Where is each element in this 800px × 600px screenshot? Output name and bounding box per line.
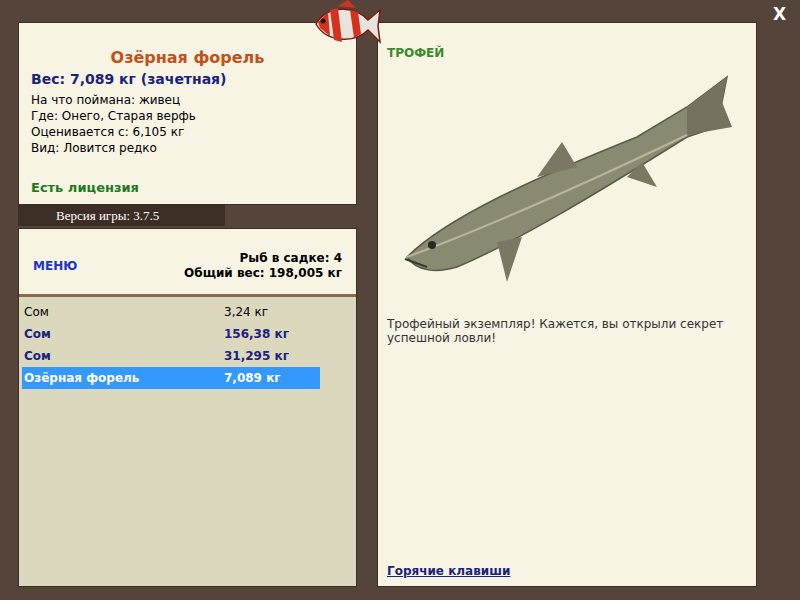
trophy-panel: ТРОФЕЙ Трофейный экземпляр! Кажется, вы о… — [377, 22, 757, 587]
menu-button[interactable]: МЕНЮ — [33, 257, 77, 275]
fish-detail: Где: Онего, Старая верфь — [31, 108, 344, 124]
catch-weight: 3,24 кг — [224, 303, 268, 321]
fish-info-panel: Озёрная форель Вес: 7,089 кг (зачетная) На… — [18, 22, 357, 205]
license-status: Есть лицензия — [31, 178, 344, 198]
trophy-text: Трофейный экземпляр! Кажется, вы открыли… — [387, 317, 747, 345]
catch-name: Сом — [24, 347, 224, 365]
catch-list: Сом3,24 кгСом156,38 кгСом31,295 кгОзёрна… — [19, 297, 356, 586]
keepnet-panel: МЕНЮ Рыб в садке: 4Общий вес: 198,005 кг С… — [18, 228, 357, 587]
catch-row[interactable]: Сом3,24 кг — [22, 301, 320, 323]
catch-weight: 31,295 кг — [224, 347, 289, 365]
fish-detail: На что поймана: живец — [31, 92, 344, 108]
fish-detail: Оценивается с: 6,105 кг — [31, 124, 344, 140]
keepnet-total: Общий вес: 198,005 кг — [184, 266, 342, 281]
close-button[interactable]: X — [769, 6, 790, 23]
left-column: Озёрная форель Вес: 7,089 кг (зачетная) На… — [18, 22, 357, 587]
catch-name: Сом — [24, 325, 224, 343]
fish-picture — [387, 67, 747, 297]
catch-row[interactable]: Сом156,38 кг — [22, 323, 320, 345]
catch-row[interactable]: Сом31,295 кг — [22, 345, 320, 367]
hotkeys-link[interactable]: Горячие клавиши — [387, 562, 510, 580]
fish-detail: Вид: Ловится редко — [31, 140, 344, 156]
fish-name: Озёрная форель — [31, 48, 344, 68]
catch-weight: 156,38 кг — [224, 325, 289, 343]
logo-fish-icon — [308, 0, 382, 48]
catch-window: X Озёрная форель Вес: 7,089 кг (зачетная) Н… — [0, 0, 800, 600]
catch-name: Озёрная форель — [24, 369, 224, 387]
version-label: Версия игры: 3.7.5 — [18, 205, 225, 226]
trophy-badge: ТРОФЕЙ — [387, 45, 747, 61]
keepnet-count: Рыб в садке: 4 — [184, 251, 342, 266]
catch-weight: 7,089 кг — [224, 369, 281, 387]
catch-name: Сом — [24, 303, 224, 321]
catch-row[interactable]: Озёрная форель7,089 кг — [22, 367, 320, 389]
fish-weight: Вес: 7,089 кг (зачетная) — [31, 70, 344, 88]
